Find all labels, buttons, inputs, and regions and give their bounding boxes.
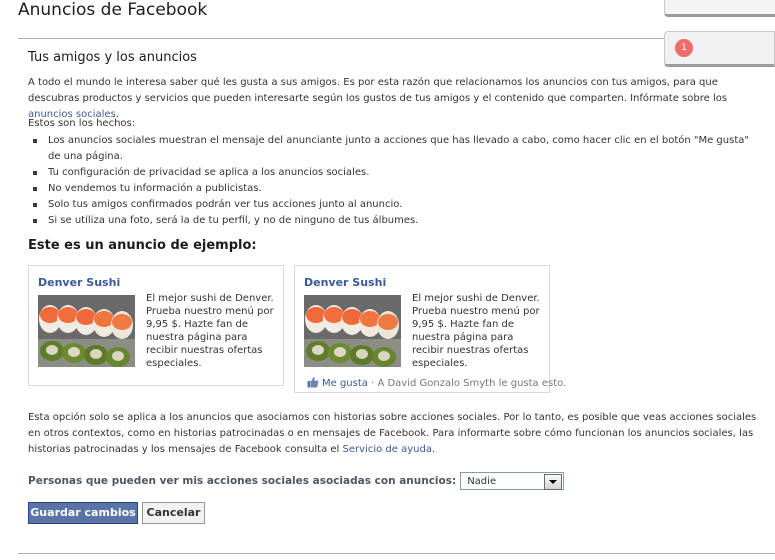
facts-list: Los anuncios sociales muestran el mensaj… — [28, 133, 758, 229]
notification-count-badge[interactable]: 1 — [675, 39, 693, 57]
fact-text: Tu configuración de privacidad se aplica… — [48, 167, 370, 178]
section-title: Tus amigos y los anuncios — [28, 50, 197, 65]
thumbs-up-icon[interactable] — [307, 376, 319, 388]
ad-body: El mejor sushi de Denver. Prueba nuestro… — [412, 293, 540, 369]
social-actions-note: Esta opción solo se aplica a los anuncio… — [28, 410, 763, 458]
fact-text: Si se utiliza una foto, será la de tu pe… — [48, 215, 419, 226]
note-end: . — [431, 444, 436, 455]
notification-panel[interactable]: 1 — [664, 31, 775, 67]
sample-ad-plain[interactable]: Denver Sushi El mejor sushi de Denver. P… — [28, 265, 284, 386]
bullet-icon — [33, 203, 37, 207]
bullet-icon — [33, 187, 37, 191]
audience-select[interactable]: Nadie — [460, 472, 565, 490]
page-title: Anuncios de Facebook — [18, 0, 208, 20]
fact-text: No vendemos tu información a publicistas… — [48, 183, 262, 194]
bullet-icon — [33, 171, 37, 175]
fact-text: Solo tus amigos confirmados podrán ver t… — [48, 199, 403, 210]
ad-social-context: Me gusta · A David Gonzalo Smyth le gust… — [307, 376, 566, 389]
ad-title[interactable]: Denver Sushi — [304, 276, 386, 289]
list-item: Tu configuración de privacidad se aplica… — [28, 165, 758, 181]
privacy-setting-row: Personas que pueden ver mis acciones soc… — [28, 472, 565, 490]
bottom-divider — [18, 553, 775, 554]
example-title: Este es un anuncio de ejemplo: — [28, 238, 257, 253]
sample-ad-social[interactable]: Denver Sushi El mejor sushi de Denver. P… — [294, 265, 566, 393]
audience-select-value[interactable]: Nadie — [467, 476, 496, 487]
list-item: No vendemos tu información a publicistas… — [28, 181, 758, 197]
chevron-down-icon[interactable] — [544, 474, 563, 490]
help-center-link[interactable]: Servicio de ayuda — [343, 444, 432, 455]
like-context-text: · A David Gonzalo Smyth le gusta esto. — [367, 378, 567, 389]
list-item: Si se utiliza una foto, será la de tu pe… — [28, 213, 758, 229]
title-divider — [18, 38, 775, 39]
save-changes-button[interactable]: Guardar cambios — [28, 502, 138, 524]
intro-paragraph: A todo el mundo le interesa saber qué le… — [28, 75, 758, 123]
bullet-icon — [33, 139, 37, 143]
privacy-label: Personas que pueden ver mis acciones soc… — [28, 475, 457, 487]
cancel-button[interactable]: Cancelar — [142, 502, 205, 524]
ad-title[interactable]: Denver Sushi — [38, 276, 120, 289]
fact-text: Los anuncios sociales muestran el mensaj… — [48, 135, 749, 162]
notification-tab-top[interactable] — [664, 0, 775, 17]
facts-heading: Estos son los hechos: — [28, 118, 136, 129]
list-item: Los anuncios sociales muestran el mensaj… — [28, 133, 758, 165]
ad-body: El mejor sushi de Denver. Prueba nuestro… — [146, 293, 274, 369]
intro-text: A todo el mundo le interesa saber qué le… — [28, 77, 728, 104]
sushi-image[interactable] — [38, 295, 135, 367]
like-link[interactable]: Me gusta — [322, 378, 368, 389]
list-item: Solo tus amigos confirmados podrán ver t… — [28, 197, 758, 213]
sushi-image[interactable] — [304, 295, 401, 367]
bullet-icon — [33, 219, 37, 223]
